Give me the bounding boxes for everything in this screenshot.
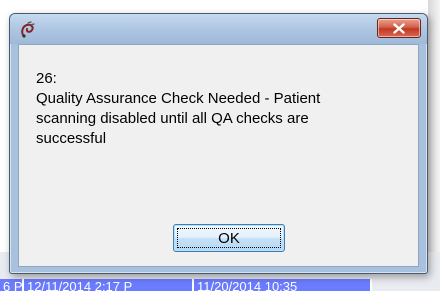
message-line: successful [36, 130, 107, 147]
close-x-icon [393, 19, 405, 38]
background-selected-row[interactable]: 6 P 12/11/2014 2:17 P 11/20/2014 10:35 [0, 279, 372, 291]
message-code: 26: [36, 70, 57, 87]
ok-button[interactable]: OK [173, 224, 285, 252]
close-button[interactable] [377, 18, 421, 38]
background-scrollbar [428, 0, 440, 291]
dialog-titlebar[interactable] [10, 14, 427, 44]
row-cell: 12/11/2014 2:17 P [24, 279, 194, 291]
message-line: Quality Assurance Check Needed - Patient [36, 90, 321, 107]
dialog-message: 26: Quality Assurance Check Needed - Pat… [36, 69, 408, 149]
swirl-app-icon [19, 21, 37, 39]
message-dialog: 26: Quality Assurance Check Needed - Pat… [9, 13, 428, 274]
focus-rectangle [177, 228, 281, 248]
row-cell: 11/20/2014 10:35 [194, 279, 372, 291]
row-cell: 6 P [0, 279, 24, 291]
message-line: scanning disabled until all QA checks ar… [36, 110, 309, 127]
dialog-body: 26: Quality Assurance Check Needed - Pat… [18, 44, 419, 267]
